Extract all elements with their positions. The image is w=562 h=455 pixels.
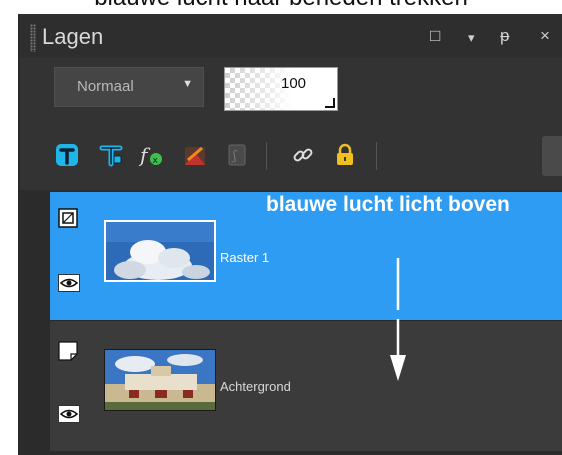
down-arrow-annotation <box>396 258 400 310</box>
panel-titlebar[interactable]: Lagen □ ▾ ᵽ × <box>20 14 562 58</box>
chevron-down-icon: ▼ <box>182 78 193 90</box>
layer-row-achtergrond[interactable]: Achtergrond <box>50 319 562 451</box>
close-icon[interactable]: × <box>540 26 550 46</box>
layer-style-icon[interactable] <box>182 142 208 168</box>
blend-mode-select[interactable]: Normaal ▼ <box>54 67 204 107</box>
blend-row: Normaal ▼ 100 <box>20 58 562 124</box>
new-vector-layer-icon[interactable] <box>98 142 124 168</box>
toolbar-overflow-button[interactable] <box>542 136 562 176</box>
panel-menu-icon[interactable]: ▾ <box>468 28 475 48</box>
layer-effects-icon[interactable]: f x <box>138 142 164 168</box>
panel-title: Lagen <box>42 24 104 49</box>
svg-text:f: f <box>138 143 151 167</box>
layers-panel: Lagen □ ▾ ᵽ × Normaal ▼ 100 f x ʃ Raster… <box>18 14 562 455</box>
layer-toolbar: f x ʃ <box>20 124 562 190</box>
toolbar-separator <box>376 142 377 170</box>
svg-text:x: x <box>153 156 159 166</box>
resize-corner-icon <box>325 98 335 108</box>
layer-name-raster-1: Raster 1 <box>220 250 270 265</box>
down-arrow-head <box>390 319 406 381</box>
lock-icon[interactable] <box>332 142 358 168</box>
drag-grip-icon[interactable] <box>30 24 36 52</box>
mask-icon[interactable]: ʃ <box>224 142 250 168</box>
opacity-value: 100 <box>281 75 307 92</box>
layers-list: Raster 1 blauwe lucht licht boven Achter… <box>20 190 562 455</box>
visibility-eye-icon[interactable] <box>58 274 80 292</box>
layer-type-icon[interactable] <box>58 208 78 228</box>
link-icon[interactable] <box>290 142 316 168</box>
top-caption: blauwe lucht naar beneden trekken <box>0 0 562 14</box>
layer-row-raster-1[interactable]: Raster 1 blauwe lucht licht boven <box>50 192 562 320</box>
new-raster-layer-icon[interactable] <box>54 142 80 168</box>
layer-thumbnail-building <box>104 349 216 411</box>
restore-icon[interactable]: □ <box>430 26 440 46</box>
toolbar-separator <box>266 142 267 170</box>
layer-thumbnail-sky <box>104 220 216 282</box>
layer-name-achtergrond: Achtergrond <box>220 379 291 394</box>
pin-icon[interactable]: ᵽ <box>500 26 509 46</box>
blend-mode-value: Normaal <box>77 78 134 95</box>
layer-type-icon[interactable] <box>58 341 78 361</box>
visibility-eye-icon[interactable] <box>58 405 80 423</box>
annotation-text: blauwe lucht licht boven <box>266 193 510 216</box>
opacity-field[interactable]: 100 <box>224 67 338 111</box>
